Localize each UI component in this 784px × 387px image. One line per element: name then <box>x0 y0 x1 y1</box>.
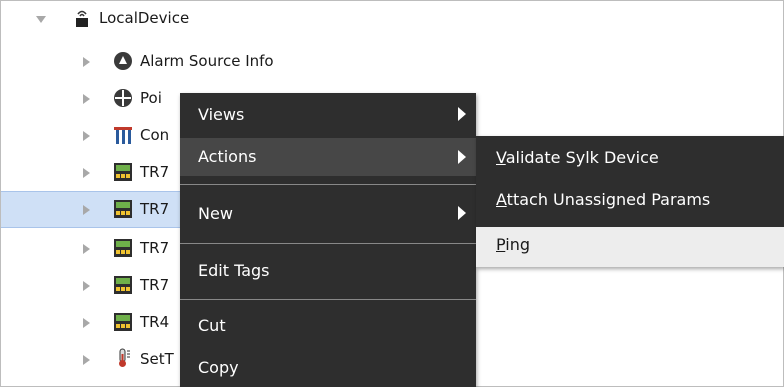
tree-node-label: TR7 <box>140 276 170 294</box>
config-icon <box>114 127 132 144</box>
tree-node-label: TR7 <box>140 200 170 218</box>
expand-arrow-icon[interactable] <box>83 205 90 215</box>
menu-item-label: Views <box>198 105 245 124</box>
expand-arrow-icon[interactable] <box>83 57 90 67</box>
alarm-icon <box>114 52 132 70</box>
menu-item-ping[interactable]: Ping <box>476 227 784 267</box>
menu-item-edit-tags[interactable]: Edit Tags <box>180 251 476 291</box>
controller-icon <box>114 163 132 181</box>
menu-item-cut[interactable]: Cut <box>180 307 476 345</box>
tree-node-label: Poi <box>140 89 162 107</box>
menu-item-label: Ping <box>496 235 530 255</box>
actions-submenu: Validate Sylk Device Attach Unassigned P… <box>476 136 784 267</box>
tree-node-localdevice[interactable]: LocalDevice <box>1 1 783 38</box>
menu-separator <box>180 243 476 244</box>
controller-icon <box>114 239 132 257</box>
expand-arrow-icon[interactable] <box>83 131 90 141</box>
tree-node-alarm-source-info[interactable]: Alarm Source Info <box>1 43 783 80</box>
menu-item-copy[interactable]: Copy <box>180 347 476 387</box>
expand-arrow-icon[interactable] <box>83 168 90 178</box>
controller-icon <box>114 200 132 218</box>
menu-item-attach-unassigned-params[interactable]: Attach Unassigned Params <box>476 182 784 222</box>
menu-item-label: New <box>198 204 233 223</box>
menu-separator <box>180 184 476 185</box>
tree-node-label: Alarm Source Info <box>140 52 274 70</box>
expand-arrow-icon[interactable] <box>83 318 90 328</box>
menu-item-new[interactable]: New <box>180 192 476 236</box>
menu-item-label: Validate Sylk Device <box>496 148 659 168</box>
menu-item-label: Edit Tags <box>198 261 270 280</box>
tree-node-label: TR4 <box>140 313 170 331</box>
tree-node-label: LocalDevice <box>99 9 190 27</box>
menu-item-label: Cut <box>198 316 226 335</box>
tree-node-label: Con <box>140 126 170 144</box>
mnemonic-letter: A <box>496 190 507 209</box>
mnemonic-letter: P <box>496 235 506 254</box>
menu-item-label: Actions <box>198 147 257 166</box>
points-icon <box>114 89 132 107</box>
submenu-arrow-icon <box>458 150 466 164</box>
menu-item-label: Copy <box>198 358 239 377</box>
tree-node-label: TR7 <box>140 239 170 257</box>
context-menu: Views Actions New Edit Tags Cut Copy <box>180 93 476 387</box>
expand-arrow-icon[interactable] <box>83 281 90 291</box>
device-icon <box>76 10 88 27</box>
menu-item-label: Attach Unassigned Params <box>496 190 710 210</box>
menu-item-actions[interactable]: Actions <box>180 138 476 176</box>
submenu-arrow-icon <box>458 206 466 220</box>
tree-node-label: SetT <box>140 350 174 368</box>
menu-item-text: alidate Sylk Device <box>505 148 659 167</box>
controller-icon <box>114 313 132 331</box>
tree-node-label: TR7 <box>140 163 170 181</box>
menu-item-validate-sylk-device[interactable]: Validate Sylk Device <box>476 140 784 180</box>
menu-item-views[interactable]: Views <box>180 93 476 137</box>
menu-item-text: ttach Unassigned Params <box>506 190 711 209</box>
menu-item-text: ing <box>505 235 531 254</box>
expand-arrow-icon[interactable] <box>83 94 90 104</box>
controller-icon <box>114 276 132 294</box>
submenu-arrow-icon <box>458 107 466 121</box>
mnemonic-letter: V <box>496 148 506 167</box>
thermometer-icon <box>119 348 130 367</box>
collapse-arrow-icon[interactable] <box>36 16 46 23</box>
menu-separator <box>180 299 476 300</box>
expand-arrow-icon[interactable] <box>83 244 90 254</box>
expand-arrow-icon[interactable] <box>83 355 90 365</box>
